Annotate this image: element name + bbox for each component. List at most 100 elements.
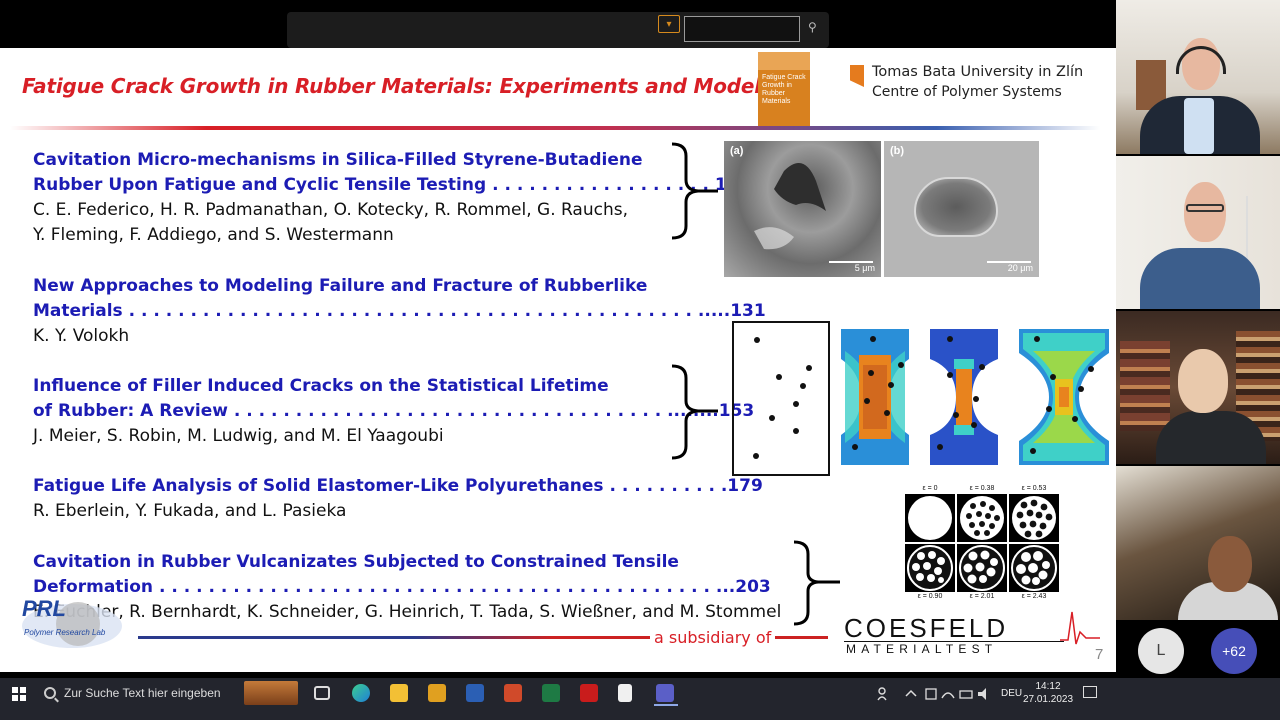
notification-center-icon[interactable] xyxy=(1083,686,1097,698)
crack-dot xyxy=(769,415,775,421)
sem-label-a: (a) xyxy=(730,145,744,157)
participant-video-1[interactable] xyxy=(1116,0,1280,154)
participant-video-3[interactable] xyxy=(1116,311,1280,464)
cavity-disc-icon xyxy=(960,496,1004,540)
crack-dot xyxy=(806,365,812,371)
slide-page-number: 7 xyxy=(1095,646,1104,663)
brace-icon xyxy=(671,142,718,240)
toc-entry-2-title-line-2: Materials . . . . . . . . . . . . . . . … xyxy=(33,301,766,321)
shared-slide: Fatigue Crack Growth in Rubber Materials… xyxy=(0,48,1116,672)
person-head xyxy=(1184,182,1226,242)
edge-browser-icon[interactable] xyxy=(352,684,370,702)
fem-plot-3 xyxy=(1019,329,1109,465)
strain-cell xyxy=(1009,544,1059,592)
active-app-indicator xyxy=(654,704,678,706)
toc-entry-1-authors-line-2: Y. Fleming, F. Addiego, and S. Westerman… xyxy=(33,225,394,245)
control-bar-input[interactable] xyxy=(684,16,800,42)
toc-entry-1-title-line-2: Rubber Upon Fatigue and Cyclic Tensile T… xyxy=(33,175,751,195)
strain-cell xyxy=(957,494,1007,542)
book-cover: Fatigue Crack Growth in Rubber Materials xyxy=(758,52,810,126)
toc-entry-3-title-line-2: of Rubber: A Review . . . . . . . . . . … xyxy=(33,401,755,421)
person-torso xyxy=(1156,411,1266,464)
strain-label: ε = 0.38 xyxy=(969,485,995,492)
strain-label: ε = 0.90 xyxy=(917,593,943,600)
toc-entry-5-title-line-1: Cavitation in Rubber Vulcanizates Subjec… xyxy=(33,552,679,572)
crack-dot xyxy=(753,453,759,459)
university-department: Centre of Polymer Systems xyxy=(872,84,1062,100)
strain-cell xyxy=(1009,494,1059,542)
book-cover-title: Fatigue Crack Growth in Rubber Materials xyxy=(762,74,806,105)
toc-entry-3-title-line-1: Influence of Filler Induced Cracks on th… xyxy=(33,376,609,396)
teams-icon[interactable] xyxy=(656,684,674,702)
sem-scale-a: 5 μm xyxy=(854,263,875,273)
prl-logo-subtext: Polymer Research Lab xyxy=(24,628,106,637)
chevron-down-icon[interactable]: ▾ xyxy=(658,15,680,33)
sem-micrograph-a: (a) 5 μm xyxy=(724,141,881,277)
university-name: Tomas Bata University in Zlín xyxy=(872,64,1084,80)
subsidiary-label: a subsidiary of xyxy=(650,628,776,647)
piano-app-icon[interactable] xyxy=(244,681,298,705)
word-icon[interactable] xyxy=(466,684,484,702)
university-logo-icon xyxy=(850,65,864,87)
search-icon xyxy=(44,687,56,699)
crack-dot xyxy=(793,428,799,434)
strain-label: ε = 2.43 xyxy=(1021,593,1047,600)
input-language[interactable]: DEU xyxy=(1001,688,1022,699)
cavity-disc-icon xyxy=(959,545,1005,591)
crack-dot xyxy=(754,337,760,343)
toc-entry-1-authors-line-1: C. E. Federico, H. R. Padmanathan, O. Ko… xyxy=(33,200,629,220)
participant-avatar[interactable]: L xyxy=(1138,628,1184,674)
brace-icon xyxy=(793,540,840,626)
file-explorer-icon[interactable] xyxy=(390,684,408,702)
crack-dot xyxy=(793,401,799,407)
powerpoint-icon[interactable] xyxy=(504,684,522,702)
toc-entry-2-authors: K. Y. Volokh xyxy=(33,326,130,346)
sem-label-b: (b) xyxy=(890,145,905,157)
coesfeld-logo-name: COESFELD xyxy=(844,613,1009,643)
cavity-disc-icon xyxy=(907,545,953,591)
book-cover-stripe xyxy=(758,52,810,70)
taskbar-search-box[interactable]: Zur Suche Text hier eingeben xyxy=(36,679,246,707)
notepad-icon[interactable] xyxy=(618,684,632,702)
taskbar-clock-time[interactable]: 14:12 xyxy=(1028,681,1068,692)
toc-entry-1-title-line-1: Cavitation Micro-mechanisms in Silica-Fi… xyxy=(33,150,643,170)
strain-label: ε = 0 xyxy=(922,485,938,492)
sem-micrograph-b: (b) 20 μm xyxy=(884,141,1039,277)
person-shirt xyxy=(1184,98,1214,154)
taskbar-search-placeholder: Zur Suche Text hier eingeben xyxy=(64,686,221,700)
participant-video-2[interactable] xyxy=(1116,156,1280,309)
fem-plot-2 xyxy=(930,329,998,465)
prl-logo-text: PRL xyxy=(22,596,66,621)
system-tray-icons xyxy=(877,687,986,701)
acrobat-icon[interactable] xyxy=(580,684,598,702)
person-head xyxy=(1178,349,1228,413)
strain-cell xyxy=(957,544,1007,592)
cavity-shape xyxy=(914,177,998,237)
media-player-icon[interactable] xyxy=(428,684,446,702)
participant-video-4[interactable] xyxy=(1116,466,1280,620)
windows-start-icon[interactable] xyxy=(12,687,26,701)
crack-distribution-schematic xyxy=(732,321,830,476)
crack-dot xyxy=(776,374,782,380)
more-participants-button[interactable]: +62 xyxy=(1211,628,1257,674)
crack-dot xyxy=(800,383,806,389)
toc-entry-5-authors: E. Euchler, R. Bernhardt, K. Schneider, … xyxy=(33,602,782,622)
toc-entry-5-title-line-2: Deformation . . . . . . . . . . . . . . … xyxy=(33,577,771,597)
excel-icon[interactable] xyxy=(542,684,560,702)
glasses-icon xyxy=(1186,204,1224,212)
strain-label: ε = 2.01 xyxy=(969,593,995,600)
task-view-icon[interactable] xyxy=(314,686,330,700)
toc-entry-4-authors: R. Eberlein, Y. Fukada, and L. Pasieka xyxy=(33,501,347,521)
cavity-disc-icon xyxy=(908,496,952,540)
coesfeld-logo-subtitle: MATERIALTEST xyxy=(846,642,998,656)
strain-cell xyxy=(905,494,955,542)
taskbar-clock-date[interactable]: 27.01.2023 xyxy=(1022,694,1074,705)
coesfeld-wave-icon xyxy=(1060,611,1100,645)
person-torso xyxy=(1140,248,1260,309)
person-head xyxy=(1208,536,1252,592)
toc-entry-2-title-line-1: New Approaches to Modeling Failure and F… xyxy=(33,276,648,296)
pin-icon[interactable]: ⚲ xyxy=(808,20,817,34)
screen: ▾ ⚲ Fatigue Crack Growth in Rubber Mater… xyxy=(0,0,1280,720)
cavity-disc-icon xyxy=(1012,496,1056,540)
crack-shape-icon xyxy=(754,163,826,250)
